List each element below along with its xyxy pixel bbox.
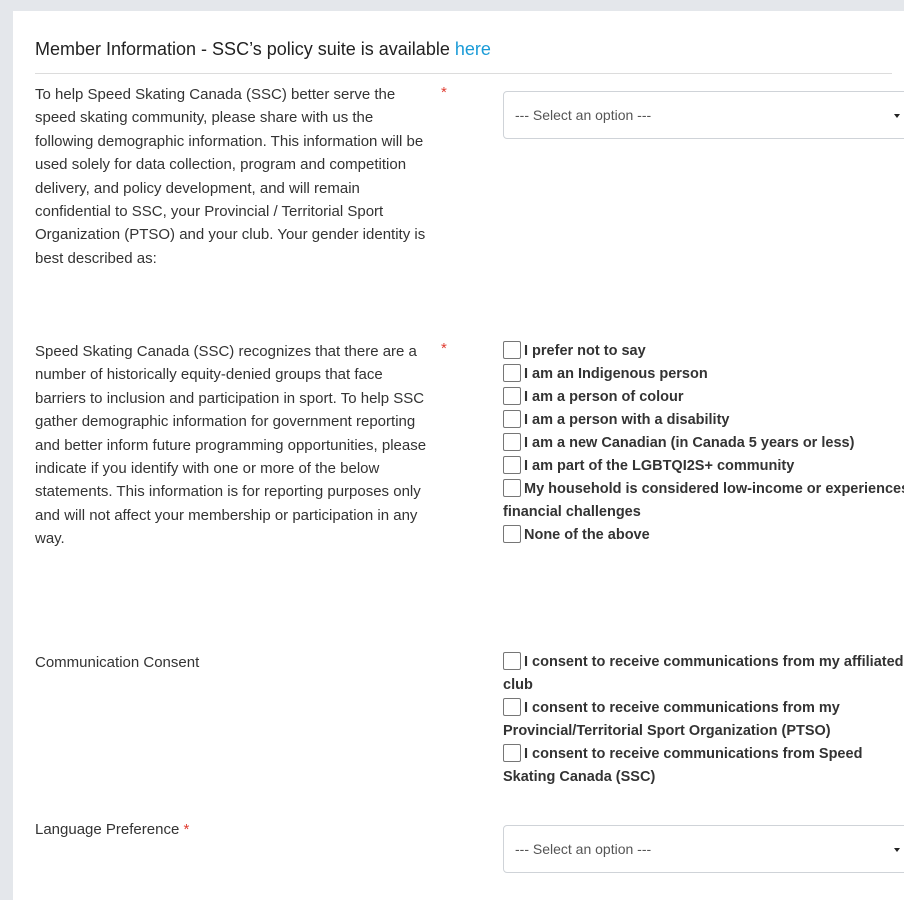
- equity-option[interactable]: I am a person with a disability: [503, 409, 904, 432]
- equity-option[interactable]: My household is considered low-income or…: [503, 478, 904, 524]
- equity-option[interactable]: I am a person of colour: [503, 386, 904, 409]
- checkbox[interactable]: [503, 479, 521, 497]
- equity-option[interactable]: None of the above: [503, 524, 904, 547]
- section-title-text: Member Information - SSC’s policy suite …: [35, 39, 455, 59]
- checkbox[interactable]: [503, 387, 521, 405]
- consent-option-club[interactable]: I consent to receive communications from…: [503, 651, 904, 697]
- chevron-down-icon: [894, 114, 900, 118]
- consent-options: I consent to receive communications from…: [503, 651, 904, 789]
- equity-groups-label: Speed Skating Canada (SSC) recognizes th…: [35, 343, 427, 548]
- language-preference-select[interactable]: --- Select an option ---: [503, 825, 904, 873]
- language-required-marker: *: [183, 821, 190, 838]
- gender-identity-select[interactable]: --- Select an option ---: [503, 91, 904, 139]
- checkbox[interactable]: [503, 652, 521, 670]
- consent-option-ptso[interactable]: I consent to receive communications from…: [503, 697, 904, 743]
- checkbox[interactable]: [503, 744, 521, 762]
- equity-option[interactable]: I am an Indigenous person: [503, 363, 904, 386]
- equity-option[interactable]: I am part of the LGBTQI2S+ community: [503, 455, 904, 478]
- title-divider: [35, 73, 892, 74]
- checkbox[interactable]: [503, 525, 521, 543]
- equity-options: I prefer not to say I am an Indigenous p…: [503, 340, 904, 547]
- checkbox[interactable]: [503, 456, 521, 474]
- language-select-value: --- Select an option ---: [515, 841, 652, 857]
- policy-suite-link[interactable]: here: [455, 39, 491, 59]
- checkbox[interactable]: [503, 341, 521, 359]
- gender-identity-label: To help Speed Skating Canada (SSC) bette…: [35, 86, 426, 267]
- consent-option-ssc[interactable]: I consent to receive communications from…: [503, 743, 904, 789]
- checkbox[interactable]: [503, 364, 521, 382]
- equity-option[interactable]: I prefer not to say: [503, 340, 904, 363]
- chevron-down-icon: [894, 848, 900, 852]
- gender-required-marker: *: [441, 84, 447, 101]
- checkbox[interactable]: [503, 410, 521, 428]
- equity-required-marker: *: [441, 340, 447, 357]
- gender-select-value: --- Select an option ---: [515, 107, 652, 123]
- checkbox[interactable]: [503, 698, 521, 716]
- section-title: Member Information - SSC’s policy suite …: [35, 39, 491, 60]
- equity-option[interactable]: I am a new Canadian (in Canada 5 years o…: [503, 432, 904, 455]
- member-information-panel: Member Information - SSC’s policy suite …: [13, 11, 904, 900]
- communication-consent-label: Communication Consent: [35, 654, 200, 671]
- checkbox[interactable]: [503, 433, 521, 451]
- language-preference-label: Language Preference *: [35, 821, 190, 838]
